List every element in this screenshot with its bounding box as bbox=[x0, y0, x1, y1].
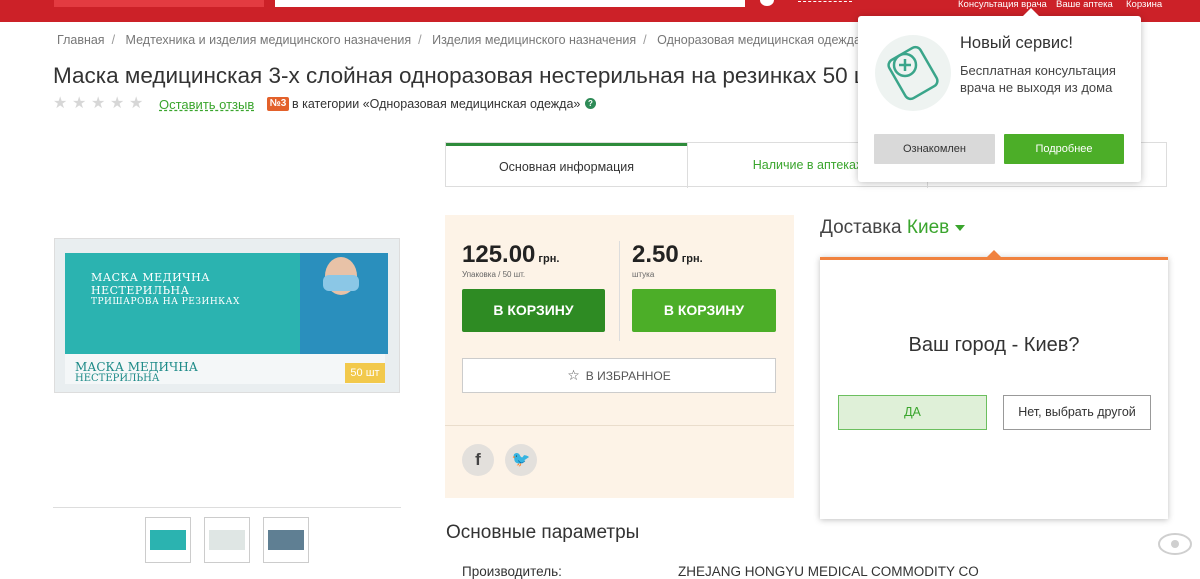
buybox-divider bbox=[445, 425, 794, 426]
delivery-label: Доставка bbox=[820, 217, 902, 238]
thumbnail-3[interactable] bbox=[263, 517, 309, 563]
confirm-city-button[interactable]: ДА bbox=[838, 395, 987, 430]
choose-other-city-button[interactable]: Нет, выбрать другой bbox=[1003, 395, 1151, 430]
rank-text: в категории «Одноразовая медицинская оде… bbox=[292, 97, 581, 111]
package-line5: НЕСТЕРИЛЬНА bbox=[75, 373, 160, 384]
cart-link[interactable]: Корзина bbox=[1126, 0, 1162, 10]
package-line1: МАСКА МЕДИЧНА bbox=[91, 271, 211, 284]
star-icon[interactable]: ★ bbox=[91, 96, 107, 112]
package-line4: МАСКА МЕДИЧНА bbox=[75, 360, 198, 374]
watermark-logo bbox=[1105, 530, 1195, 574]
thumbnail-1[interactable] bbox=[145, 517, 191, 563]
delivery-selector[interactable]: Доставка Киев bbox=[820, 217, 966, 239]
add-piece-to-cart-button[interactable]: В КОРЗИНУ bbox=[632, 289, 776, 332]
star-icon[interactable]: ★ bbox=[110, 96, 126, 112]
rating-stars[interactable]: ★ ★ ★ ★ ★ bbox=[53, 96, 145, 112]
piece-unit: штука bbox=[632, 270, 655, 279]
breadcrumb-home[interactable]: Главная bbox=[57, 33, 105, 47]
piece-price: 2.50 грн. bbox=[632, 241, 703, 269]
breadcrumb-medical-items[interactable]: Изделия медицинского назначения bbox=[432, 33, 636, 47]
acknowledge-button[interactable]: Ознакомлен bbox=[874, 134, 995, 164]
package-line2: НЕСТЕРИЛЬНА bbox=[91, 284, 190, 297]
rank-badge: №3 bbox=[267, 97, 289, 111]
add-to-favorites-button[interactable]: ☆ В ИЗБРАННОЕ bbox=[462, 358, 776, 393]
phone-icon[interactable] bbox=[760, 0, 774, 6]
star-icon[interactable]: ★ bbox=[72, 96, 88, 112]
catalog-button[interactable] bbox=[54, 0, 264, 7]
thumbnail-2[interactable] bbox=[204, 517, 250, 563]
star-icon[interactable]: ★ bbox=[129, 96, 145, 112]
thumbnail-image bbox=[150, 530, 186, 550]
new-service-popup: Новый сервис! Бесплатная консультация вр… bbox=[858, 8, 1141, 182]
phone-link[interactable] bbox=[798, 0, 852, 2]
breadcrumb-separator: / bbox=[418, 33, 422, 47]
piece-currency: грн. bbox=[681, 253, 703, 265]
star-outline-icon: ☆ bbox=[567, 367, 580, 383]
buy-box: 125.00 грн. Упаковка / 50 шт. 2.50 грн. шт… bbox=[445, 215, 794, 498]
product-title: Маска медицинская 3-х слойная одноразова… bbox=[53, 63, 883, 88]
service-text: Бесплатная консультация врача не выходя … bbox=[960, 63, 1116, 95]
breadcrumb-separator: / bbox=[643, 33, 647, 47]
delivery-city[interactable]: Киев bbox=[907, 217, 949, 238]
leave-review-link[interactable]: Оставить отзыв bbox=[159, 97, 254, 112]
breadcrumb-disposable-clothing[interactable]: Одноразовая медицинская одежда bbox=[657, 33, 861, 47]
doctor-consult-icon bbox=[875, 35, 951, 111]
piece-price-value: 2.50 bbox=[632, 241, 679, 268]
service-title: Новый сервис! bbox=[960, 34, 1073, 52]
star-icon[interactable]: ★ bbox=[53, 96, 69, 112]
package-badge: 50 шт bbox=[345, 363, 385, 383]
param-value: ZHEJANG HONGYU MEDICAL COMMODITY CO bbox=[678, 564, 979, 579]
popup-arrow bbox=[986, 250, 1002, 258]
price-divider bbox=[619, 241, 620, 341]
pack-price: 125.00 грн. bbox=[462, 241, 559, 269]
twitter-icon[interactable]: 🐦 bbox=[505, 444, 537, 476]
question-icon[interactable]: ? bbox=[585, 98, 596, 109]
favorites-label: В ИЗБРАННОЕ bbox=[585, 369, 671, 383]
learn-more-button[interactable]: Подробнее bbox=[1004, 134, 1124, 164]
popup-arrow bbox=[1023, 8, 1039, 16]
thumbnail-image bbox=[209, 530, 245, 550]
nurse-mask bbox=[323, 275, 359, 291]
param-label: Производитель: bbox=[462, 564, 562, 579]
breadcrumb: Главная / Медтехника и изделия медицинско… bbox=[57, 33, 861, 47]
city-question: Ваш город - Киев? bbox=[908, 334, 1080, 356]
pack-price-value: 125.00 bbox=[462, 241, 536, 268]
pack-currency: грн. bbox=[538, 253, 560, 265]
chevron-down-icon[interactable] bbox=[955, 224, 966, 231]
thumbnail-image bbox=[268, 530, 304, 550]
facebook-icon[interactable]: f bbox=[462, 444, 494, 476]
breadcrumb-separator: / bbox=[111, 33, 116, 47]
add-pack-to-cart-button[interactable]: В КОРЗИНУ bbox=[462, 289, 605, 332]
search-input[interactable] bbox=[275, 0, 745, 7]
tab-main-info[interactable]: Основная информация bbox=[446, 143, 687, 188]
params-title: Основные параметры bbox=[446, 522, 640, 543]
your-pharmacy-link[interactable]: Ваше аптека bbox=[1056, 0, 1113, 10]
pack-unit: Упаковка / 50 шт. bbox=[462, 270, 526, 279]
city-confirm-popup: Ваш город - Киев? ДА Нет, выбрать другой bbox=[820, 250, 1168, 519]
breadcrumb-medtech[interactable]: Медтехника и изделия медицинского назнач… bbox=[126, 33, 412, 47]
package-line3: ТРИШАРОВА НА РЕЗИНКАХ bbox=[91, 297, 240, 307]
thumbnail-divider bbox=[53, 507, 401, 508]
product-image[interactable]: МАСКА МЕДИЧНА НЕСТЕРИЛЬНА ТРИШАРОВА НА Р… bbox=[54, 238, 400, 393]
